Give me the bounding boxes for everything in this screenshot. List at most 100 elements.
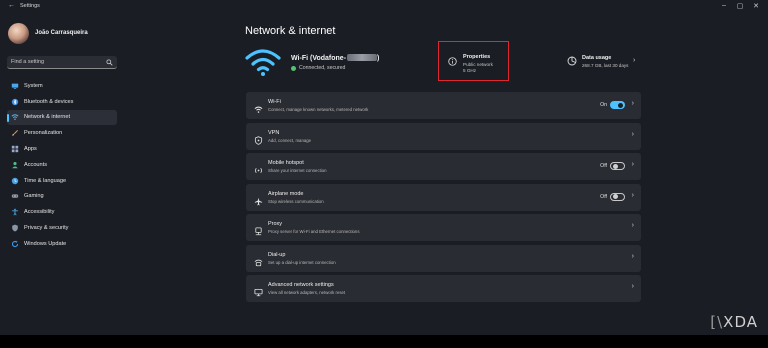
data-usage-title[interactable]: Data usage xyxy=(582,55,611,61)
sidebar-item-system[interactable]: System xyxy=(7,78,117,94)
settings-row-dial-up[interactable]: Dial-up Set up a dial-up internet connect… xyxy=(246,244,641,272)
minimize-icon[interactable]: – xyxy=(718,2,730,9)
bluetooth-icon xyxy=(11,98,19,106)
sidebar-item-accounts[interactable]: Accounts xyxy=(7,157,117,173)
sidebar-item-label: System xyxy=(24,82,43,89)
hotspot-icon xyxy=(254,162,263,173)
chevron-right-icon[interactable]: › xyxy=(632,100,634,107)
avatar[interactable] xyxy=(8,23,29,44)
row-subtitle: Add, connect, manage xyxy=(268,137,311,143)
wifi-icon xyxy=(11,113,19,121)
app-title: Settings xyxy=(20,3,40,9)
settings-row-mobile-hotspot[interactable]: Mobile hotspot Share your internet connec… xyxy=(246,153,641,180)
row-subtitle: Proxy server for Wi-Fi and Ethernet conn… xyxy=(268,229,360,234)
row-subtitle: Share your internet connection xyxy=(268,168,327,173)
data-usage-icon[interactable] xyxy=(567,56,577,66)
search-box[interactable] xyxy=(7,56,117,69)
row-subtitle: Connect, manage known networks, metered … xyxy=(268,107,369,112)
settings-window: ← Settings – ▢ ✕ João Carrasqueira Syste… xyxy=(0,0,768,335)
title-bar: ← Settings – ▢ ✕ xyxy=(0,0,768,14)
chevron-right-icon[interactable]: › xyxy=(632,253,634,260)
settings-row-vpn[interactable]: VPN Add, connect, manage › xyxy=(246,122,641,150)
wifi-network-name-suffix: ) xyxy=(377,55,380,62)
update-icon xyxy=(11,240,19,248)
settings-row-advanced-network-settings[interactable]: Advanced network settings View all networ… xyxy=(246,275,641,302)
page-title: Network & internet xyxy=(245,25,336,37)
person-icon xyxy=(11,161,19,169)
sidebar-item-label: Time & language xyxy=(24,177,67,184)
toggle-state-label: Off xyxy=(600,163,607,169)
row-title: Mobile hotspot xyxy=(268,160,304,166)
sidebar-item-label: Windows Update xyxy=(24,240,67,247)
chevron-right-icon[interactable]: › xyxy=(632,161,634,168)
row-title: VPN xyxy=(268,129,280,136)
settings-list: Wi-Fi Connect, manage known networks, met… xyxy=(246,92,641,306)
chevron-right-icon[interactable]: › xyxy=(632,131,634,138)
chevron-right-icon[interactable]: › xyxy=(632,192,634,199)
toggle-knob xyxy=(618,102,623,108)
sidebar-item-label: Bluetooth & devices xyxy=(24,98,74,105)
settings-row-proxy[interactable]: Proxy Proxy server for Wi-Fi and Ethernet… xyxy=(246,214,641,241)
sidebar-item-label: Personalization xyxy=(24,130,63,137)
chevron-right-icon[interactable]: › xyxy=(632,283,634,290)
vpn-shield-icon xyxy=(254,132,263,145)
row-title: Airplane mode xyxy=(268,190,304,197)
sidebar-item-time-language[interactable]: Time & language xyxy=(7,173,117,189)
sidebar-item-label: Privacy & security xyxy=(24,225,69,232)
info-icon xyxy=(448,57,457,66)
wifi-icon xyxy=(254,101,263,113)
sidebar-item-bluetooth-devices[interactable]: Bluetooth & devices xyxy=(7,94,117,110)
sidebar-item-personalization[interactable]: Personalization xyxy=(7,125,117,141)
wi-fi-toggle[interactable] xyxy=(610,101,625,109)
sidebar-item-accessibility[interactable]: Accessibility xyxy=(7,204,117,220)
settings-row-airplane-mode[interactable]: Airplane mode Stop wireless communication… xyxy=(246,183,641,211)
properties-title: Properties xyxy=(463,54,491,60)
properties-button[interactable]: Properties Public network 5 GHz xyxy=(438,41,509,81)
sidebar-item-network-internet[interactable]: Network & internet xyxy=(7,109,117,126)
airplane-mode-toggle[interactable] xyxy=(610,192,625,201)
settings-row-wi-fi[interactable]: Wi-Fi Connect, manage known networks, met… xyxy=(246,92,641,119)
chevron-right-icon[interactable]: › xyxy=(632,222,634,229)
wifi-status-text: Connected, secured xyxy=(299,65,346,71)
controller-icon xyxy=(11,192,19,200)
properties-band: 5 GHz xyxy=(463,68,477,73)
sidebar-item-windows-update[interactable]: Windows Update xyxy=(7,236,117,252)
sidebar-item-gaming[interactable]: Gaming xyxy=(7,189,117,205)
wifi-status: Connected, secured xyxy=(291,65,345,71)
sidebar-item-apps[interactable]: Apps xyxy=(7,141,117,157)
data-usage-chevron-icon[interactable]: › xyxy=(633,57,635,64)
xda-bracket-icon: [\ xyxy=(710,313,724,331)
toggle-knob xyxy=(612,163,618,169)
wifi-network-name: Wi-Fi (Vodafone-) xyxy=(291,54,379,62)
accessibility-icon xyxy=(11,208,19,216)
sidebar-item-label: Gaming xyxy=(24,193,44,200)
connected-status-icon xyxy=(291,65,296,71)
mobile-hotspot-toggle[interactable] xyxy=(610,162,625,170)
monitor-icon xyxy=(11,82,19,90)
row-title: Dial-up xyxy=(268,251,286,258)
xda-watermark-logo: [\XDA xyxy=(710,313,758,331)
brush-icon xyxy=(11,129,19,137)
globe-clock-icon xyxy=(11,177,19,185)
row-subtitle: View all network adapters, network reset xyxy=(268,290,346,295)
user-name: João Carrasqueira xyxy=(35,30,88,36)
airplane-icon xyxy=(254,193,263,205)
sidebar-item-label: Accounts xyxy=(24,161,48,168)
search-input[interactable] xyxy=(11,56,103,68)
sidebar-nav: System Bluetooth & devices Network & inter… xyxy=(7,78,117,252)
row-title: Advanced network settings xyxy=(268,282,334,288)
wifi-large-icon xyxy=(245,49,281,76)
toggle-state-label: Off xyxy=(600,193,607,200)
close-icon[interactable]: ✕ xyxy=(750,2,762,10)
sidebar-item-privacy-security[interactable]: Privacy & security xyxy=(7,220,117,236)
row-title: Proxy xyxy=(268,221,283,227)
row-title: Wi-Fi xyxy=(268,99,281,105)
maximize-icon[interactable]: ▢ xyxy=(734,2,746,10)
row-subtitle: Set up a dial-up internet connection xyxy=(268,259,336,265)
toggle-knob xyxy=(612,194,618,199)
proxy-icon xyxy=(254,223,263,236)
search-icon[interactable] xyxy=(106,59,113,66)
wifi-network-name-text: Wi-Fi (Vodafone- xyxy=(291,55,347,62)
back-arrow-icon[interactable]: ← xyxy=(8,2,15,9)
dialup-icon xyxy=(254,254,263,266)
